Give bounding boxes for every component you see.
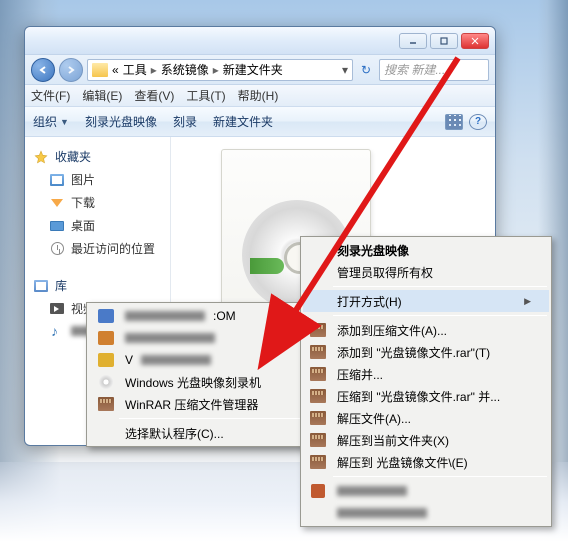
separator bbox=[333, 476, 547, 477]
openwith-item-blurred-1[interactable]: :OM bbox=[89, 305, 307, 327]
openwith-winrar[interactable]: WinRAR 压缩文件管理器 bbox=[89, 393, 307, 415]
music-icon: ♪ bbox=[49, 323, 65, 339]
crumb-prefix: « bbox=[112, 63, 119, 77]
breadcrumb[interactable]: « 工具 ▸ 系统镜像 ▸ 新建文件夹 ▾ bbox=[87, 59, 353, 81]
ctx-add-archive[interactable]: 添加到压缩文件(A)... bbox=[303, 319, 549, 341]
ctx-blurred-1[interactable] bbox=[303, 480, 549, 502]
tb-burn[interactable]: 刻录 bbox=[173, 113, 197, 130]
winrar-icon bbox=[307, 409, 329, 427]
winrar-icon bbox=[95, 395, 117, 413]
chevron-right-icon: ▶ bbox=[524, 296, 531, 307]
app-icon bbox=[95, 351, 117, 369]
winrar-icon bbox=[307, 431, 329, 449]
search-input[interactable]: 搜索 新建... bbox=[379, 59, 489, 81]
openwith-windows-burner[interactable]: Windows 光盘映像刻录机 bbox=[89, 371, 307, 393]
ctx-extract[interactable]: 解压文件(A)... bbox=[303, 407, 549, 429]
video-icon bbox=[49, 301, 65, 317]
desktop-icon bbox=[49, 218, 65, 234]
winrar-icon bbox=[307, 387, 329, 405]
folder-icon bbox=[92, 63, 108, 77]
ctx-compress-and[interactable]: 压缩并... bbox=[303, 363, 549, 385]
addressbar: « 工具 ▸ 系统镜像 ▸ 新建文件夹 ▾ ↻ 搜索 新建... bbox=[25, 55, 495, 85]
dropdown-icon[interactable]: ▾ bbox=[342, 63, 348, 77]
ctx-compress-to-rar[interactable]: 压缩到 "光盘镜像文件.rar" 并... bbox=[303, 385, 549, 407]
winrar-icon bbox=[307, 321, 329, 339]
close-button[interactable] bbox=[461, 33, 489, 49]
openwith-item-blurred-2[interactable] bbox=[89, 327, 307, 349]
openwith-choose-default[interactable]: 选择默认程序(C)... bbox=[89, 422, 307, 444]
ctx-admin-own[interactable]: 管理员取得所有权 bbox=[303, 261, 549, 283]
menu-help[interactable]: 帮助(H) bbox=[238, 87, 279, 104]
maximize-button[interactable] bbox=[430, 33, 458, 49]
sidebar-item-recent[interactable]: 最近访问的位置 bbox=[27, 237, 168, 260]
pictures-icon bbox=[49, 172, 65, 188]
recent-icon bbox=[49, 241, 65, 257]
help-button[interactable]: ? bbox=[469, 114, 487, 130]
titlebar bbox=[25, 27, 495, 55]
app-icon bbox=[95, 329, 117, 347]
app-icon bbox=[95, 307, 117, 325]
separator bbox=[333, 315, 547, 316]
minimize-button[interactable] bbox=[399, 33, 427, 49]
ctx-add-rar[interactable]: 添加到 "光盘镜像文件.rar"(T) bbox=[303, 341, 549, 363]
download-icon bbox=[49, 195, 65, 211]
winrar-icon bbox=[307, 343, 329, 361]
sidebar-item-desktop[interactable]: 桌面 bbox=[27, 214, 168, 237]
openwith-item-blurred-3[interactable]: V bbox=[89, 349, 307, 371]
app-icon bbox=[307, 482, 329, 500]
ctx-blurred-2[interactable] bbox=[303, 502, 549, 524]
separator bbox=[333, 286, 547, 287]
sidebar-library[interactable]: 库 bbox=[27, 274, 168, 297]
disc-icon bbox=[95, 373, 117, 391]
winrar-icon bbox=[307, 365, 329, 383]
separator bbox=[119, 418, 305, 419]
toolbar: 组织▼ 刻录光盘映像 刻录 新建文件夹 ? bbox=[25, 107, 495, 137]
openwith-submenu: :OM V Windows 光盘映像刻录机 WinRAR 压缩文件管理器 选择默… bbox=[86, 302, 310, 447]
tb-organize[interactable]: 组织▼ bbox=[33, 113, 69, 130]
sidebar-label: 库 bbox=[55, 277, 67, 294]
menubar: 文件(F) 编辑(E) 查看(V) 工具(T) 帮助(H) bbox=[25, 85, 495, 107]
chevron-icon: ▸ bbox=[213, 63, 219, 77]
sidebar-label: 收藏夹 bbox=[55, 148, 91, 165]
crumb-3[interactable]: 新建文件夹 bbox=[223, 61, 283, 78]
menu-file[interactable]: 文件(F) bbox=[31, 87, 70, 104]
back-button[interactable] bbox=[31, 58, 55, 82]
ctx-open-with[interactable]: 打开方式(H)▶ bbox=[303, 290, 549, 312]
ctx-extract-to[interactable]: 解压到 光盘镜像文件\(E) bbox=[303, 451, 549, 473]
menu-edit[interactable]: 编辑(E) bbox=[82, 87, 122, 104]
forward-button[interactable] bbox=[59, 58, 83, 82]
sidebar-item-downloads[interactable]: 下载 bbox=[27, 191, 168, 214]
search-placeholder: 搜索 新建... bbox=[384, 61, 445, 78]
winrar-icon bbox=[307, 453, 329, 471]
menu-view[interactable]: 查看(V) bbox=[134, 87, 174, 104]
crumb-2[interactable]: 系统镜像 bbox=[161, 61, 209, 78]
chevron-icon: ▸ bbox=[151, 63, 157, 77]
context-menu: 刻录光盘映像 管理员取得所有权 打开方式(H)▶ 添加到压缩文件(A)... 添… bbox=[300, 236, 552, 527]
tb-burn-image[interactable]: 刻录光盘映像 bbox=[85, 113, 157, 130]
menu-tools[interactable]: 工具(T) bbox=[186, 87, 225, 104]
sidebar-item-pictures[interactable]: 图片 bbox=[27, 168, 168, 191]
view-options-button[interactable] bbox=[445, 114, 463, 130]
tb-newfolder[interactable]: 新建文件夹 bbox=[213, 113, 273, 130]
refresh-button[interactable]: ↻ bbox=[357, 61, 375, 79]
library-icon bbox=[33, 278, 49, 294]
ctx-extract-here[interactable]: 解压到当前文件夹(X) bbox=[303, 429, 549, 451]
ctx-burn-image[interactable]: 刻录光盘映像 bbox=[303, 239, 549, 261]
crumb-1[interactable]: 工具 bbox=[123, 61, 147, 78]
sidebar-favorites[interactable]: 收藏夹 bbox=[27, 145, 168, 168]
star-icon bbox=[33, 149, 49, 165]
